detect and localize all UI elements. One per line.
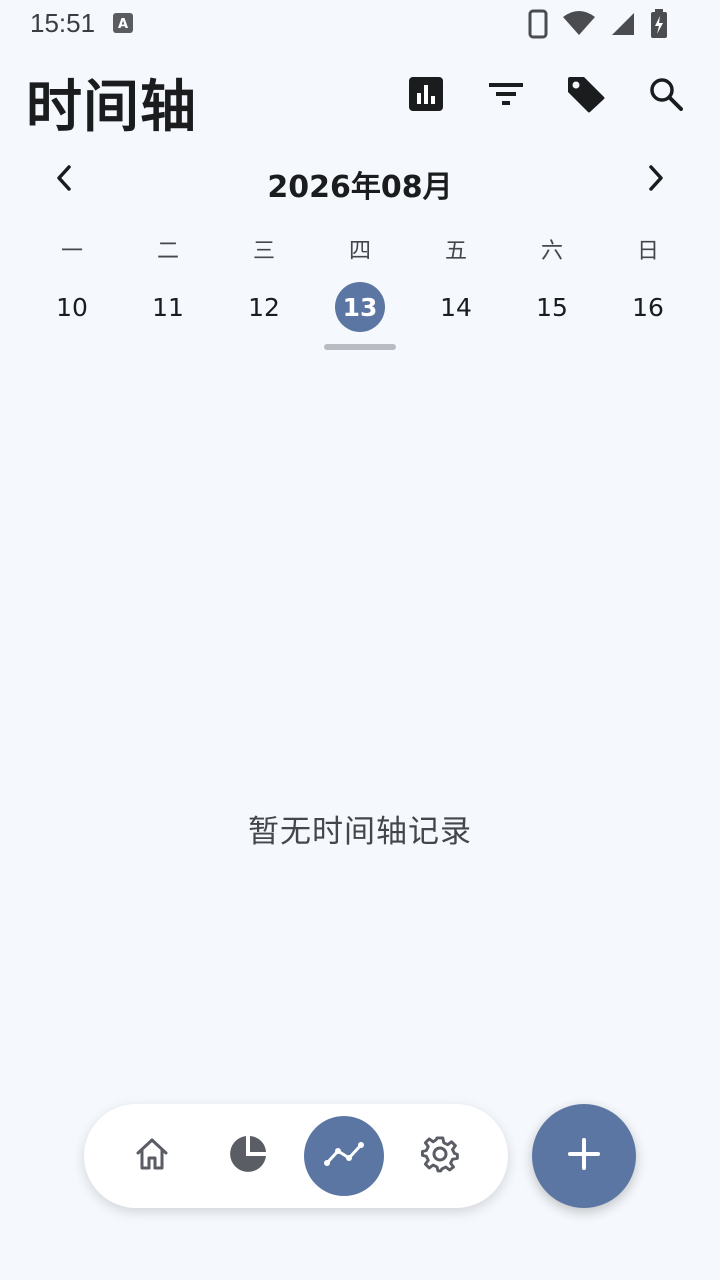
selected-indicator [132, 344, 204, 350]
signal-icon [610, 11, 636, 37]
day-cell[interactable]: 三 12 [216, 232, 312, 350]
weekday-label: 三 [252, 239, 275, 264]
add-record-button[interactable] [532, 1104, 636, 1208]
weekday-label: 一 [60, 239, 83, 264]
next-month-button[interactable] [636, 160, 676, 200]
date-circle: 16 [623, 282, 673, 332]
plus-icon [567, 1137, 601, 1175]
date-number: 10 [56, 292, 88, 322]
month-navigation: 2026年08月 [0, 156, 720, 208]
status-time: 15:51 [30, 8, 96, 38]
weekday-label: 五 [444, 239, 467, 264]
selected-indicator [420, 344, 492, 350]
date-circle: 15 [527, 282, 577, 332]
week-strip: 一 10 二 11 三 12 四 13 五 14 六 15 日 16 [24, 232, 696, 350]
status-icons [528, 8, 668, 40]
pie-chart-icon [229, 1135, 267, 1177]
date-circle: 11 [143, 282, 193, 332]
date-number: 11 [152, 292, 184, 322]
bottom-navigation [84, 1104, 508, 1208]
date-number: 13 [342, 292, 378, 322]
svg-text:A: A [118, 17, 128, 32]
weekday-label: 四 [348, 239, 371, 264]
settings-icon [421, 1135, 459, 1177]
empty-state-text: 暂无时间轴记录 [248, 814, 472, 850]
date-number: 16 [632, 292, 664, 322]
search-icon [649, 77, 683, 115]
keyboard-notification-icon: A [112, 12, 134, 34]
day-cell[interactable]: 一 10 [24, 232, 120, 350]
nav-statistics[interactable] [208, 1116, 288, 1196]
filter-button[interactable] [486, 76, 526, 116]
page-title: 时间轴 [26, 75, 197, 140]
home-icon [134, 1137, 170, 1175]
tag-icon [566, 75, 606, 117]
selected-indicator [612, 344, 684, 350]
date-circle: 12 [239, 282, 289, 332]
day-cell[interactable]: 日 16 [600, 232, 696, 350]
date-number: 14 [440, 292, 472, 322]
selected-indicator [228, 344, 300, 350]
day-cell[interactable]: 五 14 [408, 232, 504, 350]
timeline-icon [323, 1141, 365, 1171]
nav-settings[interactable] [400, 1116, 480, 1196]
battery-icon [650, 9, 668, 39]
day-cell[interactable]: 六 15 [504, 232, 600, 350]
date-number: 15 [536, 292, 568, 322]
selected-indicator [516, 344, 588, 350]
filter-icon [488, 80, 524, 112]
weekday-label: 六 [540, 239, 563, 264]
phone-icon [528, 9, 548, 39]
weekday-label: 二 [156, 239, 179, 264]
header-actions [406, 66, 686, 126]
weekday-label: 日 [636, 239, 659, 264]
day-cell[interactable]: 四 13 [312, 232, 408, 350]
nav-timeline[interactable] [304, 1116, 384, 1196]
tag-button[interactable] [566, 76, 606, 116]
day-cell[interactable]: 二 11 [120, 232, 216, 350]
selected-indicator [324, 344, 396, 350]
search-button[interactable] [646, 76, 686, 116]
status-bar: 15:51 A [0, 0, 720, 48]
wifi-icon [562, 11, 596, 37]
date-circle: 10 [47, 282, 97, 332]
date-circle: 14 [431, 282, 481, 332]
nav-home[interactable] [112, 1116, 192, 1196]
month-label: 2026年08月 [267, 170, 453, 205]
chevron-right-icon [646, 164, 666, 196]
selected-indicator [36, 344, 108, 350]
app-header: 时间轴 [0, 60, 720, 140]
chart-icon [408, 76, 444, 116]
date-circle: 13 [335, 282, 385, 332]
statistics-button[interactable] [406, 76, 446, 116]
date-number: 12 [248, 292, 280, 322]
